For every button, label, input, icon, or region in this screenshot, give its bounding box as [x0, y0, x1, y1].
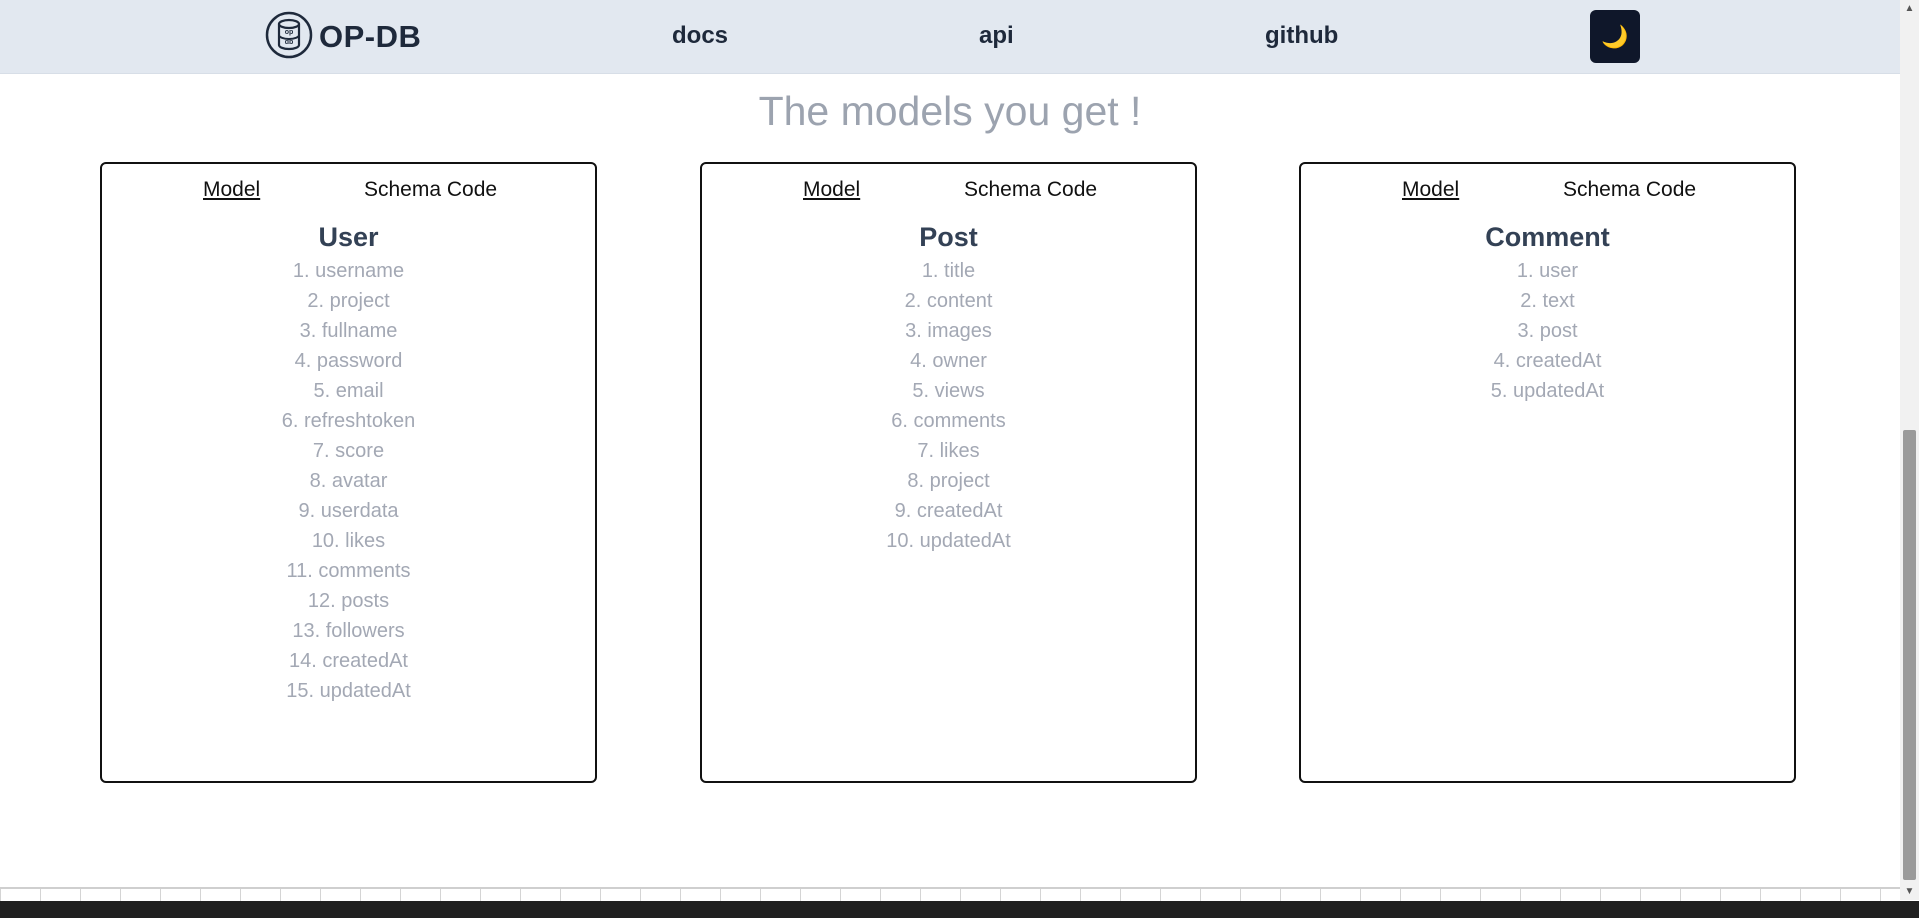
list-item: 11. comments [286, 560, 411, 582]
section-heading: The models you get ! [758, 88, 1142, 134]
list-item: 15. updatedAt [286, 680, 411, 702]
model-card-user: Model Schema Code User 1. username 2. pr… [100, 162, 597, 783]
svg-text:db: db [285, 39, 294, 46]
svg-text:op: op [285, 29, 294, 36]
list-item: 6. refreshtoken [281, 410, 416, 432]
list-item: 9. userdata [298, 500, 399, 522]
list-item: 4. password [294, 350, 403, 372]
list-item: 3. fullname [299, 320, 398, 342]
list-item: 13. followers [292, 620, 405, 642]
list-item: 4. owner [910, 350, 987, 372]
list-item: 9. createdAt [894, 500, 1003, 522]
model-card-comment: Model Schema Code Comment 1. user 2. tex… [1299, 162, 1796, 783]
list-item: 1. title [921, 260, 976, 282]
list-item: 3. images [905, 320, 992, 342]
list-item: 10. likes [311, 530, 386, 552]
theme-toggle-button[interactable]: 🌙 [1590, 10, 1640, 63]
nav-link-api[interactable]: api [979, 22, 1014, 50]
moon-icon: 🌙 [1601, 23, 1629, 49]
list-item: 2. project [307, 290, 390, 312]
list-item: 2. text [1520, 290, 1575, 312]
list-item: 6. comments [891, 410, 1006, 432]
database-logo-icon: op db [265, 11, 313, 64]
navbar: op db OP-DB docs api github 🌙 [0, 0, 1900, 74]
list-item: 14. createdAt [289, 650, 408, 672]
list-item: 8. avatar [309, 470, 388, 492]
field-list: 1. title 2. content 3. images 4. owner 5… [702, 256, 1195, 556]
tab-model[interactable]: Model [203, 178, 260, 202]
model-title: User [318, 222, 379, 252]
brand-name: OP-DB [319, 19, 422, 54]
bottom-bar [0, 901, 1919, 918]
field-list: 1. username 2. project 3. fullname 4. pa… [102, 256, 595, 706]
list-item: 1. user [1516, 260, 1579, 282]
tab-schema-code[interactable]: Schema Code [1563, 178, 1696, 202]
nav-link-github[interactable]: github [1265, 22, 1338, 50]
tab-model[interactable]: Model [1402, 178, 1459, 202]
list-item: 8. project [907, 470, 990, 492]
tab-model[interactable]: Model [803, 178, 860, 202]
model-card-post: Model Schema Code Post 1. title 2. conte… [700, 162, 1197, 783]
list-item: 4. createdAt [1493, 350, 1602, 372]
list-item: 1. username [292, 260, 405, 282]
list-item: 10. updatedAt [886, 530, 1011, 552]
nav-link-docs[interactable]: docs [672, 22, 728, 50]
list-item: 5. updatedAt [1490, 380, 1605, 402]
list-item: 2. content [904, 290, 993, 312]
list-item: 3. post [1517, 320, 1578, 342]
tab-schema-code[interactable]: Schema Code [964, 178, 1097, 202]
model-title: Comment [1485, 222, 1610, 252]
model-title: Post [919, 222, 978, 252]
list-item: 7. score [312, 440, 385, 462]
list-item: 12. posts [307, 590, 390, 612]
tab-schema-code[interactable]: Schema Code [364, 178, 497, 202]
scroll-down-arrow-icon[interactable]: ▼ [1900, 883, 1919, 900]
list-item: 5. email [313, 380, 384, 402]
vertical-scrollbar[interactable]: ▲ ▼ [1900, 0, 1919, 900]
brand[interactable]: op db OP-DB [265, 11, 422, 64]
scrollbar-thumb[interactable] [1903, 430, 1916, 880]
list-item: 5. views [912, 380, 985, 402]
field-list: 1. user 2. text 3. post 4. createdAt 5. … [1301, 256, 1794, 406]
list-item: 7. likes [917, 440, 980, 462]
scroll-up-arrow-icon[interactable]: ▲ [1900, 0, 1919, 17]
